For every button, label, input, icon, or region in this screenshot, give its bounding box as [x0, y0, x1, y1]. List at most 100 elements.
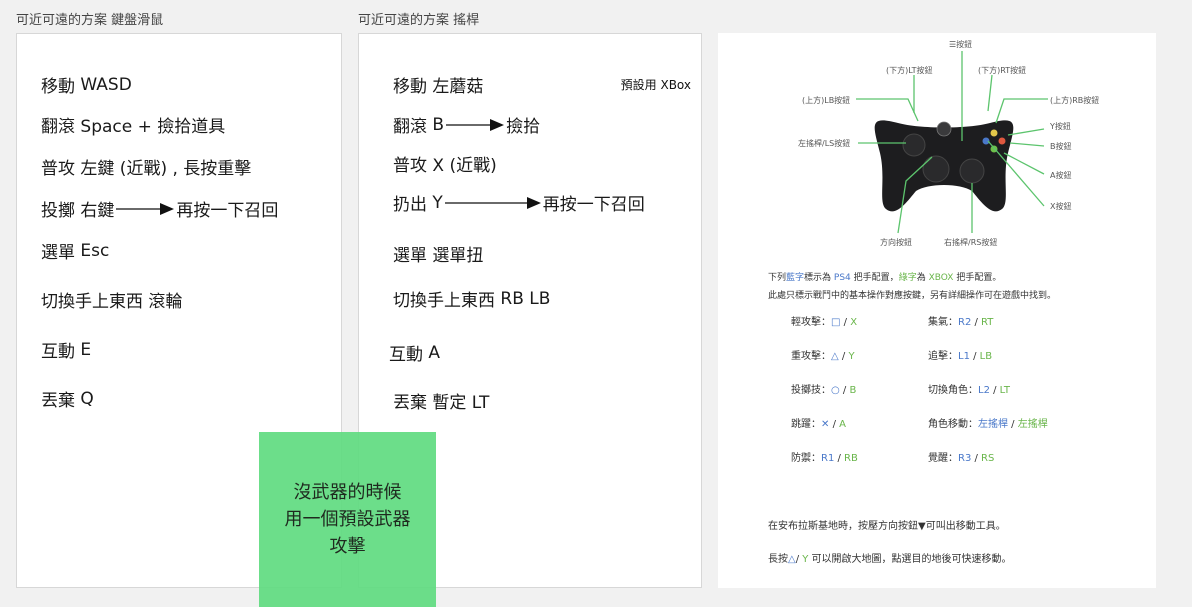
- mapping-ps: △: [831, 351, 839, 362]
- row-followup: 再按一下召回: [176, 201, 279, 221]
- label-lt-button: (下方)LT按鈕: [886, 66, 933, 75]
- kb-row-drop: 丟棄 Q: [41, 386, 94, 412]
- gp-row-move: 移動 左蘑菇: [393, 72, 483, 97]
- row-action: 普攻: [393, 156, 427, 176]
- kb-row-menu: 選單 Esc: [41, 238, 110, 264]
- mapping-name: 投擲技：: [791, 385, 831, 396]
- kb-row-interact: 互動 E: [41, 337, 92, 363]
- row-action: 丟棄: [393, 393, 427, 413]
- mapping-xbox: A: [839, 419, 846, 430]
- label-ls-button: 左搖桿/LS按鈕: [798, 139, 851, 148]
- row-followup: 再按一下召回: [542, 195, 645, 215]
- mapping-defend: 防禦：R1 / RB: [791, 453, 858, 464]
- intro-text: 為: [916, 273, 926, 283]
- sticky-line: 沒武器的時候: [293, 482, 402, 503]
- row-action: 丟棄: [41, 391, 75, 411]
- label-rt-button: (下方)RT按鈕: [978, 66, 1027, 75]
- mapping-xbox: RS: [981, 453, 995, 464]
- kb-row-throw: 投擲 右鍵 再按一下召回: [41, 196, 278, 221]
- mapping-xbox: 左搖桿: [1017, 419, 1048, 430]
- mapping-ps: L2: [978, 385, 990, 396]
- intro-text: 標示為: [804, 273, 832, 283]
- mapping-name: 角色移動：: [928, 419, 978, 430]
- mapping-xbox: X: [850, 317, 858, 328]
- row-key: 選單扭: [432, 246, 484, 266]
- label-b-button: B按鈕: [1050, 142, 1072, 151]
- mapping-heavy-attack: 重攻擊：△ / Y: [791, 351, 855, 362]
- arrow-right-icon: [446, 118, 505, 132]
- mapping-xbox: Y: [848, 351, 855, 362]
- keyboard-frame-title[interactable]: 可近可遠的方案 鍵盤滑鼠: [16, 9, 163, 28]
- row-key: 右鍵: [80, 201, 115, 221]
- mapping-light-attack: 輕攻擊：□ / X: [791, 317, 858, 328]
- intro-text: PS4: [833, 273, 851, 283]
- intro-text: 藍字: [786, 273, 805, 283]
- row-key: B: [432, 114, 445, 135]
- footer-line-1: 在安布拉斯基地時，按壓方向按鈕▼可叫出移動工具。: [768, 521, 1006, 532]
- intro-line-1: 下列藍字標示為 PS4 把手配置，綠字為 XBOX 把手配置。: [768, 270, 1001, 283]
- label-lb-button: (上方)LB按鈕: [802, 96, 851, 105]
- mapping-name: 輕攻擊：: [791, 317, 831, 328]
- label-rb-button: (上方)RB按鈕: [1050, 96, 1100, 105]
- label-x-button: X按鈕: [1050, 202, 1072, 211]
- mapping-awaken: 覺醒：R3 / RS: [928, 453, 995, 464]
- preset-tag: 預設用 XBox: [620, 78, 691, 92]
- row-key: Esc: [80, 240, 110, 261]
- mapping-xbox: LT: [999, 385, 1010, 396]
- mapping-name: 追擊：: [928, 351, 958, 362]
- label-dpad: 方向按鈕: [880, 238, 912, 247]
- row-action: 選單: [393, 246, 427, 266]
- mapping-charge: 集氣：R2 / RT: [928, 317, 994, 328]
- arrow-right-icon: [444, 196, 541, 210]
- mapping-xbox: RB: [844, 453, 858, 464]
- gp-row-drop: 丟棄 暫定 LT: [393, 388, 489, 413]
- mapping-ps: ○: [831, 385, 840, 396]
- kb-row-roll: 翻滾 Space + 撿拾道具: [41, 112, 225, 137]
- label-a-button: A按鈕: [1050, 171, 1072, 180]
- footer-ps: △: [788, 554, 796, 565]
- intro-line-2: 此處只標示戰鬥中的基本操作對應按鍵，另有詳細操作可在遊戲中找到。: [768, 291, 1057, 301]
- gamepad-frame-title[interactable]: 可近可遠的方案 搖桿: [358, 9, 479, 28]
- row-action: 扔出: [393, 195, 427, 215]
- kb-row-switch: 切換手上東西 滾輪: [41, 287, 182, 312]
- intro-text: 下列: [768, 273, 787, 283]
- mapping-ps: L1: [958, 351, 970, 362]
- label-y-button: Y按鈕: [1050, 122, 1071, 131]
- mapping-ps: R2: [958, 317, 972, 328]
- row-key: X (近戰): [432, 156, 497, 176]
- mapping-throw-skill: 投擲技：○ / B: [791, 385, 857, 396]
- mapping-ps: R3: [958, 453, 972, 464]
- intro-text: 把手配置，: [853, 273, 899, 283]
- gp-row-switch: 切換手上東西 RB LB: [393, 286, 551, 312]
- footer-text: 長按: [768, 554, 788, 565]
- mapping-ps: 左搖桿: [978, 419, 1008, 430]
- gp-row-menu: 選單 選單扭: [393, 241, 483, 266]
- intro-text: XBOX: [928, 273, 954, 283]
- row-key: Q: [80, 388, 94, 409]
- mapping-xbox: RT: [981, 317, 994, 328]
- row-key: WASD: [80, 74, 132, 95]
- mapping-name: 覺醒：: [928, 453, 958, 464]
- row-action: 切換手上東西: [393, 291, 495, 311]
- arrow-right-icon: [116, 202, 175, 216]
- row-key: E: [80, 339, 92, 360]
- row-key: Y: [432, 192, 443, 213]
- row-key: 滾輪: [148, 292, 183, 312]
- mapping-name: 切換角色：: [928, 385, 978, 396]
- row-key: 左蘑菇: [432, 77, 484, 97]
- controller-reference-image[interactable]: ☰按鈕 (下方)LT按鈕 (下方)RT按鈕 (上方)LB按鈕 (上方)RB按鈕 …: [718, 33, 1156, 588]
- sticky-note[interactable]: 沒武器的時候 用一個預設武器 攻擊: [259, 432, 436, 607]
- row-action: 翻滾: [393, 117, 427, 137]
- mapping-character-move: 角色移動：左搖桿 / 左搖桿: [928, 419, 1048, 430]
- row-action: 投擲: [41, 201, 75, 221]
- row-action: 互動: [41, 342, 75, 362]
- kb-row-attack: 普攻 左鍵 (近戰) , 長按重擊: [41, 154, 251, 179]
- mapping-switch-character: 切換角色：L2 / LT: [928, 385, 1010, 396]
- row-action: 移動: [41, 77, 75, 97]
- row-key: RB LB: [500, 288, 551, 309]
- footer-text: 可以開啟大地圖，點選目的地後可快速移動。: [808, 554, 1012, 565]
- row-action: 移動: [393, 77, 427, 97]
- mapping-ps: ✕: [821, 419, 830, 430]
- row-key: A: [428, 342, 441, 363]
- intro-text: 綠字: [898, 273, 917, 283]
